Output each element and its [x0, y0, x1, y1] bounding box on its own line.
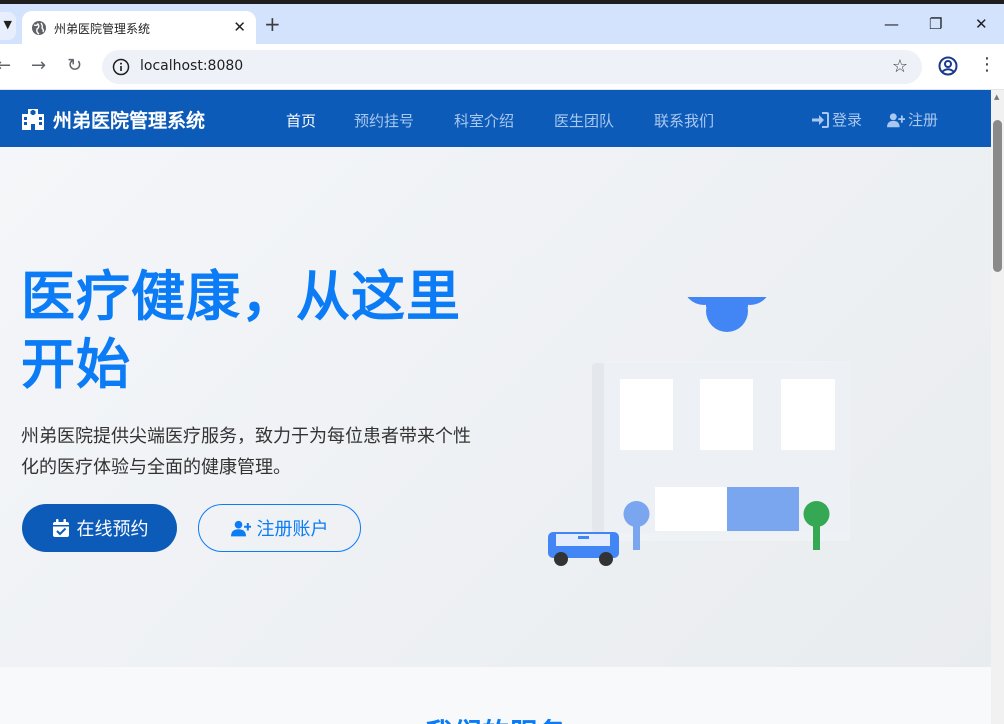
- building-window: [781, 379, 835, 450]
- page-scrollbar[interactable]: ▲: [991, 90, 1004, 724]
- register-link[interactable]: 注册: [887, 109, 938, 130]
- tab-strip: ▼ 州弟医院管理系统 ✕ + — ❐ ✕: [0, 4, 1004, 44]
- scroll-up-arrow-icon[interactable]: ▲: [994, 93, 999, 101]
- site-navbar: 州弟医院管理系统 首页 预约挂号 科室介绍 医生团队 联系我们 登录 注册: [0, 90, 991, 147]
- scrollbar-thumb[interactable]: [993, 120, 1002, 272]
- page-viewport: 州弟医院管理系统 首页 预约挂号 科室介绍 医生团队 联系我们 登录 注册 医疗…: [0, 90, 991, 724]
- login-link[interactable]: 登录: [811, 109, 862, 130]
- online-appointment-label: 在线预约: [76, 519, 149, 540]
- minimize-button[interactable]: —: [884, 14, 899, 34]
- nav-appointment[interactable]: 预约挂号: [354, 110, 414, 131]
- register-account-label: 注册账户: [256, 519, 329, 540]
- brand-logo[interactable]: 州弟医院管理系统: [21, 107, 206, 132]
- sign-in-icon: [812, 111, 829, 128]
- chevron-down-icon: ▼: [3, 18, 12, 31]
- building-window: [700, 379, 753, 450]
- back-button[interactable]: ←: [0, 56, 11, 76]
- close-window-button[interactable]: ✕: [975, 14, 988, 34]
- bookmark-star-icon[interactable]: ☆: [892, 56, 908, 77]
- online-appointment-button[interactable]: 在线预约: [22, 504, 177, 552]
- hero-description: 州弟医院提供尖端医疗服务，致力于为每位患者带来个性化的医疗体验与全面的健康管理。: [21, 426, 471, 478]
- browser-menu-icon[interactable]: ⋮: [978, 55, 996, 75]
- close-tab-icon[interactable]: ✕: [233, 18, 246, 36]
- hero-section: 医疗健康，从这里开始 州弟医院提供尖端医疗服务，致力于为每位患者带来个性化的医疗…: [0, 147, 991, 667]
- address-bar[interactable]: localhost:8080 ☆: [102, 50, 922, 84]
- brand-name: 州弟医院管理系统: [53, 109, 206, 132]
- building-window: [620, 379, 673, 450]
- restore-button[interactable]: ❐: [929, 14, 942, 34]
- tab-search-button[interactable]: ▼: [0, 12, 16, 40]
- browser-tab-active[interactable]: 州弟医院管理系统 ✕: [22, 11, 256, 44]
- register-label: 注册: [908, 111, 939, 129]
- nav-doctors[interactable]: 医生团队: [554, 110, 614, 131]
- url-text: localhost:8080: [140, 58, 244, 74]
- user-plus-icon: [230, 520, 251, 537]
- hero-title: 医疗健康，从这里开始: [21, 265, 461, 396]
- entrance-left: [655, 487, 728, 531]
- forward-button[interactable]: →: [31, 56, 46, 76]
- address-toolbar: ← → ↻ localhost:8080 ☆: [0, 44, 1004, 90]
- user-plus-icon: [887, 112, 905, 127]
- new-tab-button[interactable]: +: [264, 14, 281, 34]
- services-title: 我们的服务: [0, 712, 991, 724]
- car: [548, 532, 619, 566]
- calendar-check-icon: [52, 519, 69, 537]
- medical-cross: [687, 297, 767, 332]
- nav-contact[interactable]: 联系我们: [654, 110, 714, 131]
- site-info-icon[interactable]: [112, 58, 130, 76]
- nav-departments[interactable]: 科室介绍: [454, 110, 514, 131]
- profile-icon[interactable]: [938, 56, 958, 76]
- entrance-door: [727, 487, 799, 531]
- tab-title: 州弟医院管理系统: [54, 22, 151, 36]
- nav-home[interactable]: 首页: [286, 110, 316, 131]
- globe-icon: [32, 21, 46, 35]
- hospital-illustration: [548, 297, 850, 566]
- register-account-button[interactable]: 注册账户: [198, 504, 361, 552]
- login-label: 登录: [832, 111, 863, 129]
- reload-button[interactable]: ↻: [67, 56, 82, 76]
- hospital-icon: [22, 109, 44, 130]
